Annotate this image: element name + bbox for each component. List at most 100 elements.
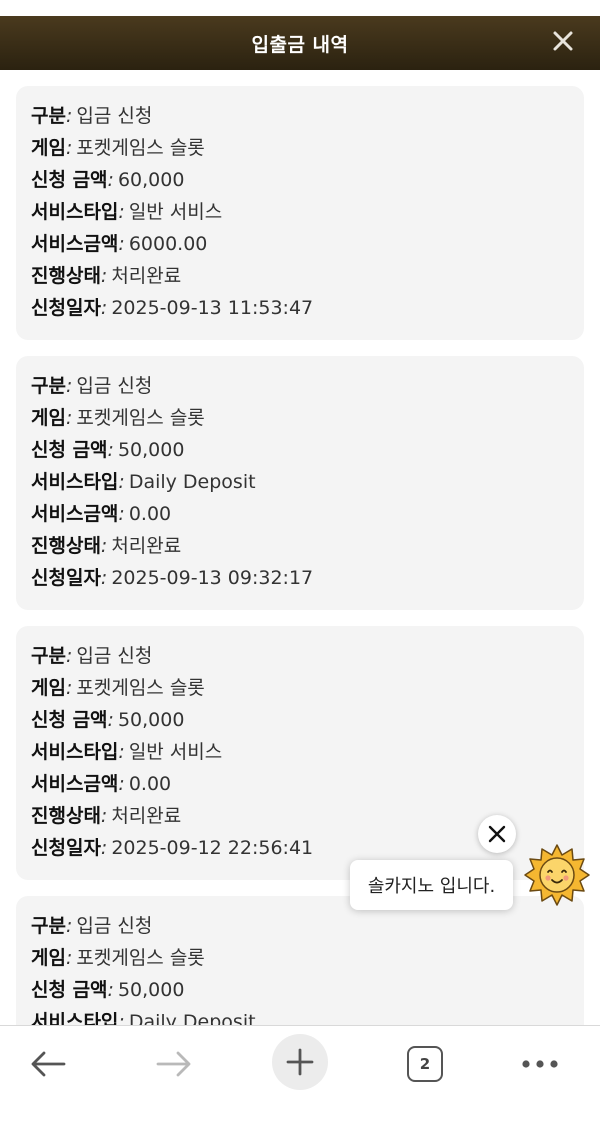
separator: : (65, 677, 73, 699)
record-type-row: 구분: 입금 신청 (31, 640, 569, 672)
record-service-type-row: 서비스타입: 일반 서비스 (31, 736, 569, 768)
record-date-value: 2025-09-13 11:53:47 (111, 297, 314, 319)
record-status-row: 진행상태: 처리완료 (31, 260, 569, 292)
record-amount-label: 신청 금액 (31, 169, 108, 191)
separator: : (65, 947, 73, 969)
record-type-row: 구분: 입금 신청 (31, 370, 569, 402)
separator: : (65, 645, 73, 667)
separator: : (118, 201, 125, 223)
separator: : (100, 535, 108, 557)
record-date-value: 2025-09-12 22:56:41 (111, 837, 314, 859)
plus-icon (286, 1048, 314, 1076)
record-game-row: 게임: 포켓게임스 슬롯 (31, 942, 569, 974)
separator: : (118, 233, 125, 255)
record-amount-label: 신청 금액 (31, 439, 108, 461)
record-service-amount-row: 서비스금액: 0.00 (31, 498, 569, 530)
record-amount-label: 신청 금액 (31, 979, 108, 1001)
back-button[interactable] (18, 1034, 78, 1094)
record-game-label: 게임 (31, 137, 66, 159)
record-status-value: 처리완료 (111, 805, 182, 827)
record-service-amount-value: 0.00 (128, 773, 172, 795)
record-type-label: 구분 (31, 375, 66, 397)
record-game-row: 게임: 포켓게임스 슬롯 (31, 672, 569, 704)
page-title: 입출금 내역 (251, 33, 349, 56)
chat-avatar-button[interactable] (524, 842, 590, 908)
record-service-type-label: 서비스타입 (31, 741, 119, 763)
tabs-button[interactable]: 2 (395, 1034, 455, 1094)
record-game-label: 게임 (31, 407, 66, 429)
separator: : (118, 471, 125, 493)
separator: : (107, 169, 114, 191)
record-amount-value: 50,000 (117, 979, 185, 1001)
close-icon (553, 31, 573, 51)
chat-close-button[interactable] (478, 815, 516, 853)
record-date-label: 신청일자 (31, 567, 101, 589)
chat-message: 솔카지노 입니다. (367, 876, 496, 897)
record-amount-value: 50,000 (117, 709, 185, 731)
separator: : (107, 709, 114, 731)
record-amount-value: 50,000 (117, 439, 185, 461)
record-status-label: 진행상태 (31, 535, 101, 557)
more-button[interactable] (510, 1034, 570, 1094)
transaction-card: 구분: 입금 신청 게임: 포켓게임스 슬롯 신청 금액: 50,000 서비스타입:… (16, 896, 584, 1025)
record-game-label: 게임 (31, 947, 66, 969)
record-game-value: 포켓게임스 슬롯 (76, 137, 205, 159)
separator: : (65, 407, 73, 429)
record-game-value: 포켓게임스 슬롯 (76, 407, 205, 429)
new-tab-button[interactable] (272, 1034, 328, 1090)
arrow-right-icon (156, 1051, 191, 1077)
forward-button[interactable] (144, 1034, 204, 1094)
record-amount-row: 신청 금액: 50,000 (31, 974, 569, 1006)
record-service-type-value: Daily Deposit (128, 1011, 256, 1025)
record-service-amount-value: 0.00 (128, 503, 172, 525)
record-service-type-row: 서비스타입: Daily Deposit (31, 1006, 569, 1025)
separator: : (100, 297, 108, 319)
record-type-row: 구분: 입금 신청 (31, 100, 569, 132)
separator: : (65, 375, 73, 397)
transaction-card: 구분: 입금 신청 게임: 포켓게임스 슬롯 신청 금액: 60,000 서비스타입:… (16, 86, 584, 340)
record-amount-label: 신청 금액 (31, 709, 108, 731)
chat-bubble[interactable]: 솔카지노 입니다. (350, 860, 513, 910)
separator: : (65, 137, 73, 159)
record-date-label: 신청일자 (31, 837, 101, 859)
record-service-type-value: 일반 서비스 (128, 201, 223, 223)
record-game-row: 게임: 포켓게임스 슬롯 (31, 132, 569, 164)
record-game-value: 포켓게임스 슬롯 (76, 677, 205, 699)
record-service-type-row: 서비스타입: Daily Deposit (31, 466, 569, 498)
record-amount-value: 60,000 (117, 169, 185, 191)
record-type-label: 구분 (31, 105, 66, 127)
record-type-value: 입금 신청 (76, 645, 153, 667)
page-header: 입출금 내역 (0, 16, 600, 70)
separator: : (118, 1011, 125, 1025)
record-service-amount-row: 서비스금액: 6000.00 (31, 228, 569, 260)
tab-count-badge: 2 (407, 1046, 443, 1082)
close-icon (488, 825, 506, 843)
record-type-label: 구분 (31, 915, 66, 937)
separator: : (65, 105, 73, 127)
record-type-value: 입금 신청 (76, 915, 153, 937)
record-service-type-label: 서비스타입 (31, 201, 119, 223)
record-service-type-label: 서비스타입 (31, 1011, 119, 1025)
separator: : (107, 979, 114, 1001)
transaction-card: 구분: 입금 신청 게임: 포켓게임스 슬롯 신청 금액: 50,000 서비스타입:… (16, 356, 584, 610)
browser-toolbar: 2 (0, 1025, 600, 1145)
arrow-left-icon (31, 1051, 66, 1077)
record-game-value: 포켓게임스 슬롯 (76, 947, 205, 969)
separator: : (107, 439, 114, 461)
record-amount-row: 신청 금액: 50,000 (31, 704, 569, 736)
record-service-type-value: 일반 서비스 (128, 741, 223, 763)
record-status-label: 진행상태 (31, 265, 101, 287)
record-service-type-value: Daily Deposit (128, 471, 256, 493)
record-service-type-label: 서비스타입 (31, 471, 119, 493)
record-game-label: 게임 (31, 677, 66, 699)
header-close-button[interactable] (548, 26, 578, 56)
record-type-value: 입금 신청 (76, 375, 153, 397)
record-service-amount-label: 서비스금액 (31, 773, 119, 795)
status-strip (0, 0, 600, 16)
record-status-value: 처리완료 (111, 535, 182, 557)
record-service-amount-row: 서비스금액: 0.00 (31, 768, 569, 800)
record-date-row: 신청일자: 2025-09-13 09:32:17 (31, 562, 569, 594)
separator: : (100, 837, 108, 859)
separator: : (118, 503, 125, 525)
record-date-row: 신청일자: 2025-09-13 11:53:47 (31, 292, 569, 324)
